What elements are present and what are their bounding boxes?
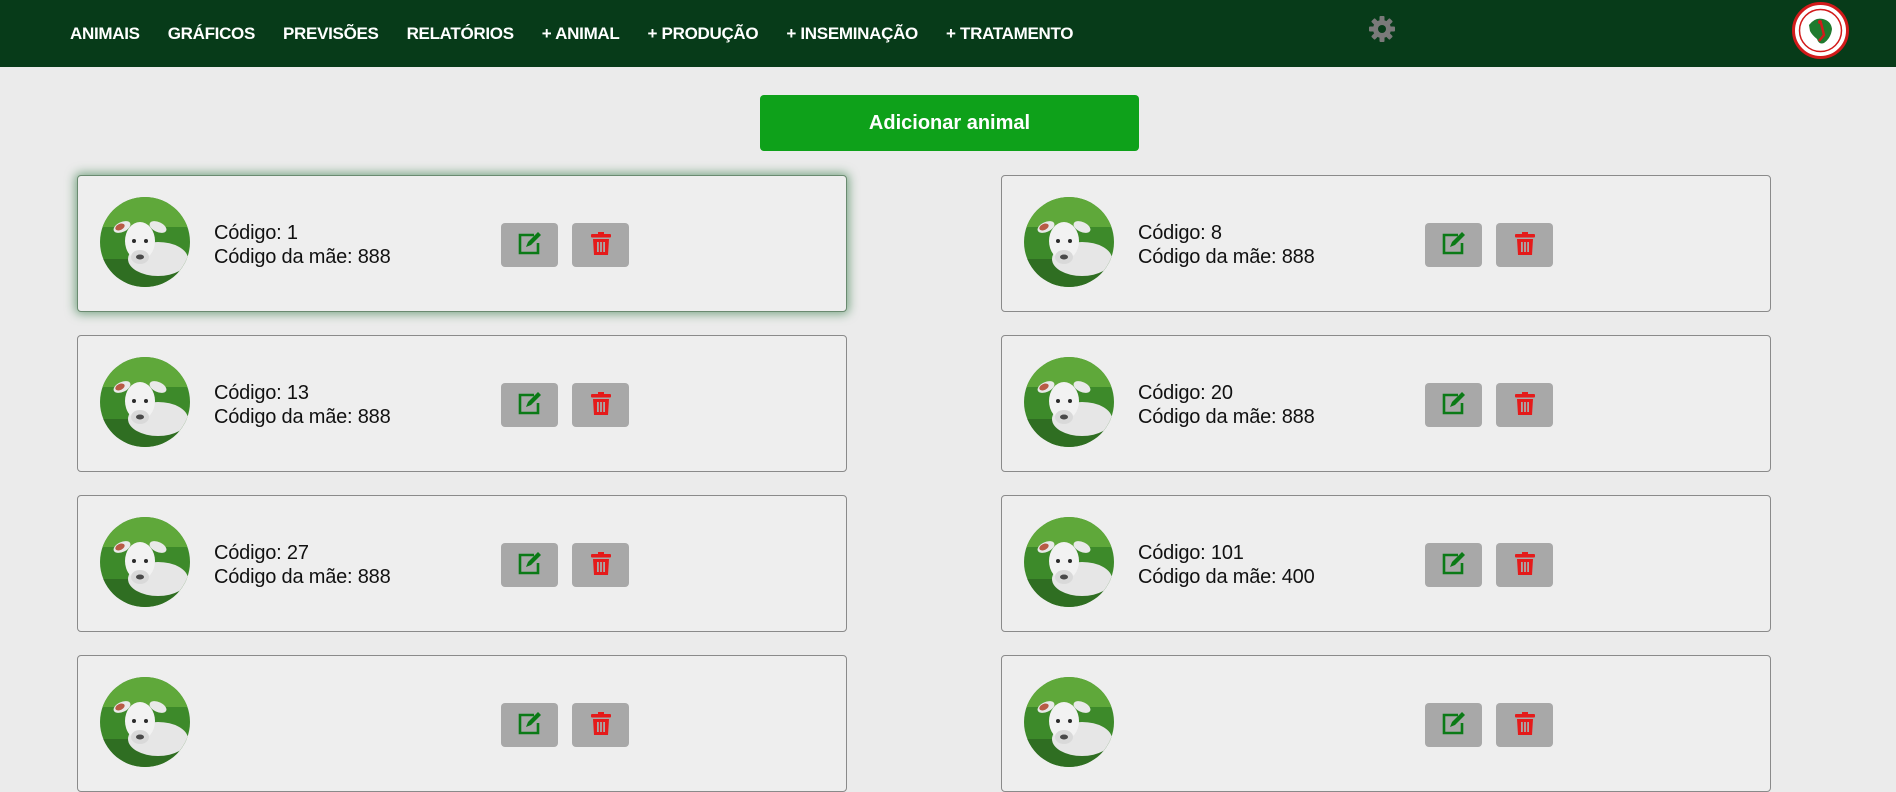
animal-card[interactable]: Código: 101 Código da mãe: 400 [1001, 495, 1771, 632]
animal-info: Código: 27 Código da mãe: 888 [214, 541, 391, 589]
animal-mother-code: Código da mãe: 888 [1138, 406, 1315, 428]
edit-animal-button[interactable] [1425, 703, 1482, 747]
edit-icon [1441, 551, 1467, 579]
edit-icon [517, 391, 543, 419]
animal-card[interactable] [77, 655, 847, 792]
animal-mother-code: Código da mãe: 888 [214, 566, 391, 588]
trash-icon [1514, 711, 1536, 739]
delete-animal-button[interactable] [572, 703, 629, 747]
animal-code: Código: 8 [1138, 222, 1222, 244]
animal-card[interactable] [1001, 655, 1771, 792]
edit-icon [1441, 711, 1467, 739]
animal-code: Código: 20 [1138, 382, 1233, 404]
edit-animal-button[interactable] [501, 223, 558, 267]
delete-animal-button[interactable] [1496, 543, 1553, 587]
animal-code: Código: 13 [214, 382, 309, 404]
animal-photo [1024, 197, 1114, 287]
edit-animal-button[interactable] [501, 383, 558, 427]
trash-icon [590, 231, 612, 259]
trash-icon [590, 551, 612, 579]
delete-animal-button[interactable] [1496, 383, 1553, 427]
edit-icon [517, 711, 543, 739]
animal-code: Código: 1 [214, 222, 298, 244]
animal-card-grid: Código: 1 Código da mãe: 888 Código: 8 C… [0, 0, 1896, 792]
animal-code: Código: 27 [214, 542, 309, 564]
animal-photo [100, 517, 190, 607]
animal-card[interactable]: Código: 20 Código da mãe: 888 [1001, 335, 1771, 472]
delete-animal-button[interactable] [1496, 703, 1553, 747]
delete-animal-button[interactable] [572, 543, 629, 587]
edit-icon [517, 231, 543, 259]
animal-card[interactable]: Código: 8 Código da mãe: 888 [1001, 175, 1771, 312]
delete-animal-button[interactable] [1496, 223, 1553, 267]
animal-photo [100, 357, 190, 447]
trash-icon [590, 391, 612, 419]
delete-animal-button[interactable] [572, 383, 629, 427]
animal-code: Código: 101 [1138, 542, 1244, 564]
trash-icon [1514, 391, 1536, 419]
animal-info: Código: 20 Código da mãe: 888 [1138, 381, 1315, 429]
animal-card[interactable]: Código: 27 Código da mãe: 888 [77, 495, 847, 632]
edit-animal-button[interactable] [1425, 223, 1482, 267]
animal-info: Código: 13 Código da mãe: 888 [214, 381, 391, 429]
trash-icon [1514, 231, 1536, 259]
animal-card[interactable]: Código: 13 Código da mãe: 888 [77, 335, 847, 472]
animal-mother-code: Código da mãe: 888 [214, 246, 391, 268]
edit-animal-button[interactable] [1425, 543, 1482, 587]
animal-photo [100, 677, 190, 767]
animal-card[interactable]: Código: 1 Código da mãe: 888 [77, 175, 847, 312]
edit-animal-button[interactable] [1425, 383, 1482, 427]
trash-icon [1514, 551, 1536, 579]
edit-animal-button[interactable] [501, 703, 558, 747]
animal-mother-code: Código da mãe: 888 [1138, 246, 1315, 268]
animal-info: Código: 1 Código da mãe: 888 [214, 221, 391, 269]
edit-icon [1441, 391, 1467, 419]
edit-animal-button[interactable] [501, 543, 558, 587]
animal-photo [100, 197, 190, 287]
edit-icon [1441, 231, 1467, 259]
edit-icon [517, 551, 543, 579]
animal-photo [1024, 357, 1114, 447]
animal-photo [1024, 517, 1114, 607]
animal-mother-code: Código da mãe: 400 [1138, 566, 1315, 588]
trash-icon [590, 711, 612, 739]
animal-info: Código: 101 Código da mãe: 400 [1138, 541, 1315, 589]
delete-animal-button[interactable] [572, 223, 629, 267]
animal-photo [1024, 677, 1114, 767]
animal-mother-code: Código da mãe: 888 [214, 406, 391, 428]
animal-info: Código: 8 Código da mãe: 888 [1138, 221, 1315, 269]
